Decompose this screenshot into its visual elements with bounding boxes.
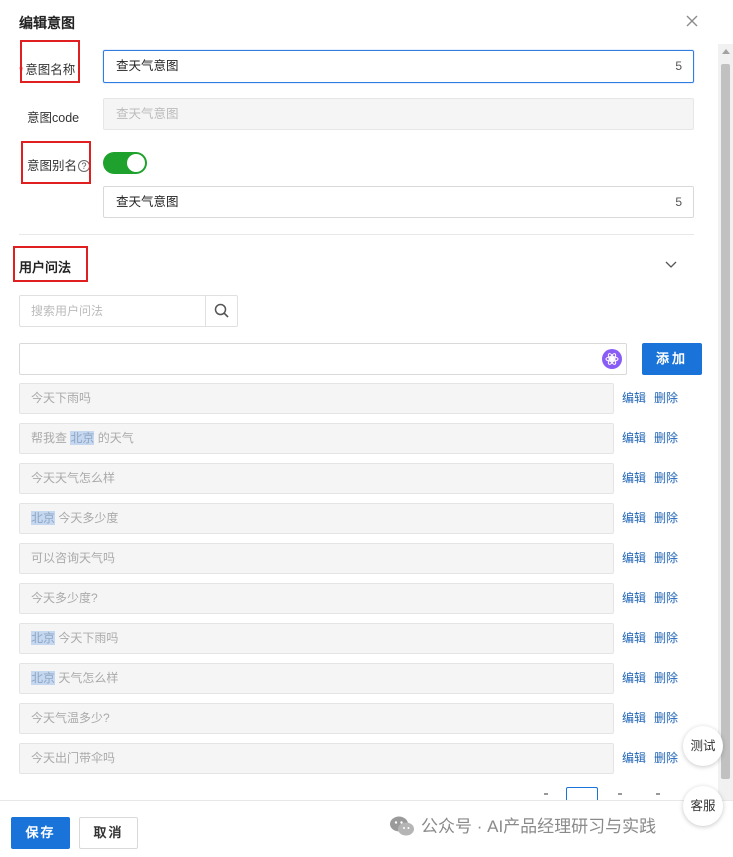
edit-link[interactable]: 编辑 <box>622 703 646 734</box>
delete-link[interactable]: 删除 <box>654 383 678 414</box>
entity-highlight[interactable]: 北京 <box>31 631 56 645</box>
utterance-text-field[interactable]: 今天出门带伞吗 <box>19 743 614 774</box>
new-utterance-input[interactable] <box>19 343 627 375</box>
wechat-icon <box>390 816 414 836</box>
pagination-next[interactable] <box>656 793 660 795</box>
list-item: 今天下雨吗 编辑 删除 <box>19 383 702 414</box>
utterance-text: 今天多少度 <box>55 511 119 525</box>
cancel-button[interactable]: 取消 <box>79 817 138 849</box>
edit-link[interactable]: 编辑 <box>622 583 646 614</box>
utterance-text: 今天气温多少? <box>31 711 110 725</box>
edit-link[interactable]: 编辑 <box>622 663 646 694</box>
pagination <box>540 786 690 801</box>
intent-name-char-count: 5 <box>675 59 682 73</box>
save-button[interactable]: 保存 <box>11 817 70 849</box>
chevron-down-icon[interactable] <box>664 259 678 271</box>
add-button[interactable]: 添加 <box>642 343 702 375</box>
list-item: 今天天气怎么样 编辑 删除 <box>19 463 702 494</box>
pagination-prev[interactable] <box>544 793 548 795</box>
intent-alias-value: 查天气意图 <box>116 195 179 209</box>
page-2-button[interactable] <box>618 793 622 795</box>
section-divider <box>19 234 694 235</box>
edit-link[interactable]: 编辑 <box>622 743 646 774</box>
delete-link[interactable]: 删除 <box>654 463 678 494</box>
dialog-title: 编辑意图 <box>19 15 75 31</box>
utterance-text-field[interactable]: 北京 天气怎么样 <box>19 663 614 694</box>
ai-generate-icon[interactable] <box>602 349 622 369</box>
utterance-text: 今天出门带伞吗 <box>31 751 116 765</box>
delete-link[interactable]: 删除 <box>654 623 678 654</box>
watermark-text: 公众号 · AI产品经理研习与实践 <box>421 817 657 836</box>
annotation-box-intent-alias <box>21 141 91 184</box>
utterance-text-field[interactable]: 今天天气怎么样 <box>19 463 614 494</box>
utterance-text: 可以咨询天气吗 <box>31 551 116 565</box>
annotation-box-intent-name <box>20 40 80 83</box>
intent-alias-input[interactable]: 查天气意图 5 <box>103 186 694 218</box>
utterance-text-field[interactable]: 今天下雨吗 <box>19 383 614 414</box>
edit-intent-dialog: 编辑意图 * 意图名称 查天气意图 5 意图code 查天气意图 意图别名? 查天… <box>0 0 733 857</box>
list-item: 可以咨询天气吗 编辑 删除 <box>19 543 702 574</box>
utterance-text: 天气怎么样 <box>55 671 119 685</box>
search-input[interactable]: 搜索用户问法 <box>31 296 103 326</box>
utterance-search[interactable]: 搜索用户问法 <box>19 295 238 327</box>
edit-link[interactable]: 编辑 <box>622 423 646 454</box>
entity-highlight[interactable]: 北京 <box>70 431 95 445</box>
entity-highlight[interactable]: 北京 <box>31 511 56 525</box>
page-1-button[interactable] <box>566 787 598 801</box>
utterance-text-field[interactable]: 今天多少度? <box>19 583 614 614</box>
annotation-box-utterances <box>13 246 88 282</box>
scroll-up-icon[interactable] <box>722 49 730 54</box>
list-item: 今天气温多少? 编辑 删除 <box>19 703 702 734</box>
utterance-text-field[interactable]: 帮我查 北京 的天气 <box>19 423 614 454</box>
list-item: 北京 天气怎么样 编辑 删除 <box>19 663 702 694</box>
customer-service-float-button[interactable]: 客服 <box>683 786 723 826</box>
utterance-text: 帮我查 <box>31 431 71 445</box>
search-icon <box>214 303 229 318</box>
delete-link[interactable]: 删除 <box>654 703 678 734</box>
scrollbar[interactable] <box>718 44 733 800</box>
list-item: 今天多少度? 编辑 删除 <box>19 583 702 614</box>
list-item: 北京 今天多少度 编辑 删除 <box>19 503 702 534</box>
intent-name-value: 查天气意图 <box>116 59 179 73</box>
edit-link[interactable]: 编辑 <box>622 503 646 534</box>
utterance-text: 今天下雨吗 <box>55 631 119 645</box>
edit-link[interactable]: 编辑 <box>622 383 646 414</box>
intent-name-input[interactable]: 查天气意图 5 <box>103 50 694 83</box>
utterance-text-field[interactable]: 今天气温多少? <box>19 703 614 734</box>
utterance-text: 今天多少度? <box>31 591 98 605</box>
delete-link[interactable]: 删除 <box>654 423 678 454</box>
entity-highlight[interactable]: 北京 <box>31 671 56 685</box>
intent-code-label: 意图code <box>27 111 80 125</box>
delete-link[interactable]: 删除 <box>654 663 678 694</box>
list-item: 帮我查 北京 的天气 编辑 删除 <box>19 423 702 454</box>
watermark: 公众号 · AI产品经理研习与实践 <box>389 814 656 840</box>
intent-alias-char-count: 5 <box>675 195 682 209</box>
utterance-text-field[interactable]: 北京 今天多少度 <box>19 503 614 534</box>
intent-code-placeholder: 查天气意图 <box>116 107 179 121</box>
delete-link[interactable]: 删除 <box>654 543 678 574</box>
test-float-button[interactable]: 测试 <box>683 726 723 766</box>
scrollbar-thumb[interactable] <box>721 64 730 779</box>
intent-code-input: 查天气意图 <box>103 98 694 130</box>
delete-link[interactable]: 删除 <box>654 743 678 774</box>
delete-link[interactable]: 删除 <box>654 583 678 614</box>
utterance-text: 今天下雨吗 <box>31 391 92 405</box>
utterance-text: 今天天气怎么样 <box>31 471 116 485</box>
edit-link[interactable]: 编辑 <box>622 463 646 494</box>
list-item: 今天出门带伞吗 编辑 删除 <box>19 743 702 774</box>
utterance-text-field[interactable]: 可以咨询天气吗 <box>19 543 614 574</box>
search-button[interactable] <box>205 296 237 326</box>
list-item: 北京 今天下雨吗 编辑 删除 <box>19 623 702 654</box>
utterance-text: 的天气 <box>94 431 134 445</box>
intent-alias-toggle[interactable] <box>103 152 147 174</box>
delete-link[interactable]: 删除 <box>654 503 678 534</box>
close-icon[interactable] <box>682 11 702 31</box>
utterance-text-field[interactable]: 北京 今天下雨吗 <box>19 623 614 654</box>
edit-link[interactable]: 编辑 <box>622 623 646 654</box>
edit-link[interactable]: 编辑 <box>622 543 646 574</box>
toggle-knob <box>127 154 145 172</box>
